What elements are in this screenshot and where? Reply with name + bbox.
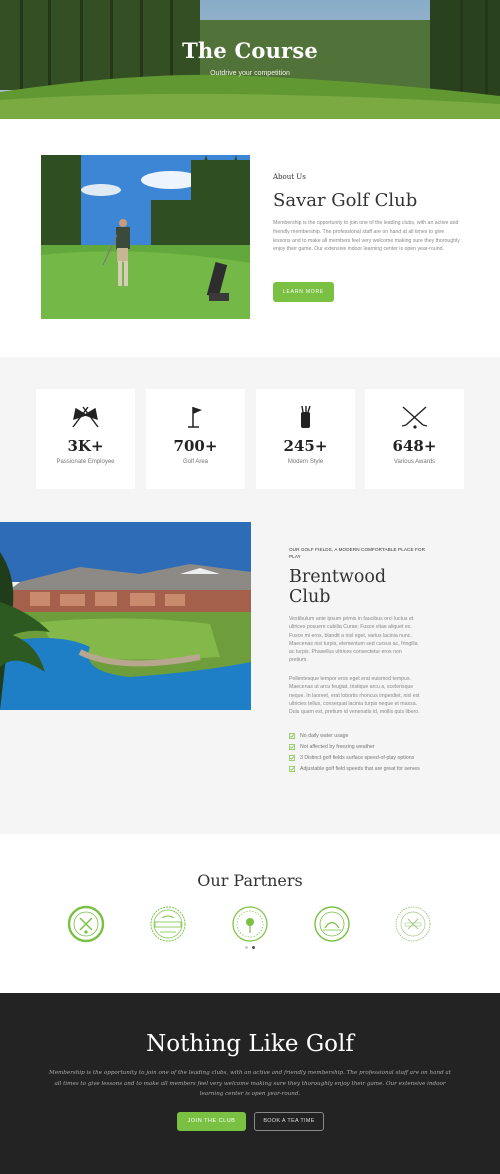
partner-logo-1[interactable] (67, 905, 105, 943)
carousel-dot[interactable] (245, 946, 248, 949)
feature-text: 3 Distinct golf fields surface speed-of-… (300, 755, 415, 761)
hero-banner: The Course Outdrive your competition (0, 0, 500, 119)
golf-bag-icon (301, 405, 311, 428)
about-eyebrow: About Us (273, 173, 306, 181)
brentwood-feature-list: No daily water usage Not affected by fre… (289, 733, 424, 777)
brentwood-paragraph-1: Vestibulum ante ipsum primis in faucibus… (289, 616, 418, 664)
partner-logo-3[interactable] (231, 905, 269, 943)
golf-flag-icon (188, 407, 202, 428)
stat-number: 648+ (392, 437, 437, 455)
brentwood-eyebrow: OUR GOLF FIELDS, A MODERN COMFORTABLE PL… (289, 547, 425, 559)
feature-text: Not affected by freezing weather (300, 744, 375, 750)
crossed-flags-icon (72, 406, 99, 428)
book-tee-time-button[interactable]: BOOK A TEA TIME (254, 1112, 324, 1131)
list-item: No daily water usage (289, 733, 424, 739)
list-item: Not affected by freezing weather (289, 744, 424, 750)
check-square-icon (289, 755, 295, 761)
brentwood-resort-photo (0, 522, 251, 710)
stat-label: Golf Area (182, 459, 208, 465)
brentwood-title: Brentwood Club (289, 567, 387, 607)
join-club-button[interactable]: JOIN THE CLUB (177, 1112, 246, 1131)
check-square-icon (289, 733, 295, 739)
list-item: Adjustable golf field speeds that are gr… (289, 766, 424, 772)
partner-logo-5[interactable] (394, 905, 432, 943)
stat-card-modern-style: 245+ Modern Style (256, 389, 355, 489)
learn-more-button[interactable]: LEARN MORE (273, 282, 334, 302)
about-section: About Us Savar Golf Club Membership is t… (0, 119, 500, 357)
stat-label: Various Awards (393, 459, 436, 465)
crossed-clubs-icon (401, 406, 428, 429)
cta-description: Membership is the opportunity to join on… (48, 1070, 452, 1098)
carousel-dot-active[interactable] (252, 946, 255, 949)
stat-number: 245+ (283, 437, 328, 455)
hero-subtitle: Outdrive your competition (210, 70, 290, 77)
stat-label: Passionate Employee (56, 459, 115, 465)
check-square-icon (289, 766, 295, 772)
stat-number: 3K+ (67, 437, 104, 455)
feature-text: Adjustable golf field speeds that are gr… (300, 766, 420, 772)
partner-logo-4[interactable] (313, 905, 351, 943)
stat-card-awards: 648+ Various Awards (365, 389, 464, 489)
stat-label: Modern Style (287, 459, 324, 465)
cta-title: Nothing Like Golf (146, 1031, 354, 1057)
about-title: Savar Golf Club (273, 190, 418, 211)
stats-section: 3K+ Passionate Employee 700+ Golf Area 2… (0, 357, 500, 834)
partners-title: Our Partners (197, 871, 303, 890)
feature-text: No daily water usage (300, 733, 349, 739)
brentwood-paragraph-2: Pellentesque tempor eros eget erat euism… (289, 676, 420, 716)
stat-card-golf-area: 700+ Golf Area (146, 389, 245, 489)
golfer-photo (41, 155, 250, 319)
partner-logo-2[interactable] (149, 905, 187, 943)
list-item: 3 Distinct golf fields surface speed-of-… (289, 755, 424, 761)
stat-number: 700+ (173, 437, 218, 455)
check-square-icon (289, 744, 295, 750)
stat-card-employees: 3K+ Passionate Employee (36, 389, 135, 489)
about-description: Membership is the opportunity to join on… (273, 220, 460, 253)
partners-section: Our Partners (0, 834, 500, 993)
cta-section: Nothing Like Golf Membership is the oppo… (0, 993, 500, 1174)
hero-title: The Course (182, 38, 318, 63)
